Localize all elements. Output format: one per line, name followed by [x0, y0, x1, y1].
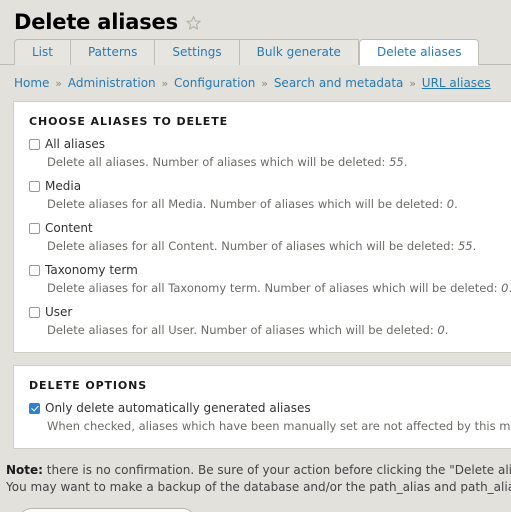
- form-item-user: User Delete aliases for all User. Number…: [29, 305, 501, 337]
- page-root: Delete aliases List Patterns Settings Bu…: [0, 0, 511, 512]
- tab-bulk-generate[interactable]: Bulk generate: [238, 39, 359, 65]
- breadcrumb-separator: »: [261, 77, 268, 90]
- delete-aliases-now-button[interactable]: Delete aliases now!: [18, 508, 197, 512]
- description-suffix: .: [444, 323, 449, 337]
- form-actions: Delete aliases now!: [18, 508, 511, 512]
- breadcrumb-separator: »: [161, 77, 169, 90]
- breadcrumb-item-url-aliases[interactable]: URL aliases: [422, 76, 491, 90]
- checkbox-only-automatically-generated[interactable]: [29, 402, 40, 414]
- checkbox-content[interactable]: [29, 222, 40, 234]
- checkbox-user[interactable]: [29, 306, 40, 318]
- description-content: Delete aliases for all Content. Number o…: [47, 239, 501, 253]
- form-item-taxonomy-term: Taxonomy term Delete aliases for all Tax…: [29, 263, 511, 295]
- checkbox-all-aliases[interactable]: [29, 138, 40, 150]
- tab-list[interactable]: List: [14, 39, 70, 65]
- breadcrumb-item-search-and-metadata[interactable]: Search and metadata: [274, 76, 404, 90]
- description-suffix: .: [454, 197, 458, 211]
- page-title: Delete aliases: [14, 10, 178, 34]
- checkbox-label-content[interactable]: Content: [45, 221, 93, 235]
- note-label: Note:: [6, 463, 43, 477]
- checkbox-row-media: Media: [29, 179, 501, 193]
- form-item-media: Media Delete aliases for all Media. Numb…: [29, 179, 501, 211]
- star-outline-icon[interactable]: [185, 15, 202, 32]
- form-item-all-aliases: All aliases Delete all aliases. Number o…: [29, 137, 501, 169]
- tab-patterns[interactable]: Patterns: [69, 39, 155, 65]
- form-item-content: Content Delete aliases for all Content. …: [29, 221, 501, 253]
- breadcrumb-item-home[interactable]: Home: [14, 76, 49, 90]
- tab-label: Settings: [172, 45, 222, 59]
- checkbox-row-all-aliases: All aliases: [29, 137, 501, 151]
- checkbox-row-only-automatic: Only delete automatically generated alia…: [29, 401, 501, 415]
- checkbox-label-taxonomy-term[interactable]: Taxonomy term: [45, 263, 138, 277]
- checkbox-media[interactable]: [29, 180, 40, 192]
- note-block: Note: there is no confirmation. Be sure …: [6, 462, 511, 496]
- description-count: 0: [437, 323, 445, 337]
- breadcrumb-separator: »: [55, 77, 62, 90]
- page-header: Delete aliases: [0, 0, 511, 36]
- description-text: Delete aliases for all User. Number of a…: [47, 323, 434, 337]
- description-all-aliases: Delete all aliases. Number of aliases wh…: [47, 155, 501, 169]
- checkbox-label-user[interactable]: User: [45, 305, 72, 319]
- choose-aliases-legend: CHOOSE ALIASES TO DELETE: [29, 115, 229, 128]
- checkbox-row-user: User: [29, 305, 501, 319]
- choose-aliases-panel: CHOOSE ALIASES TO DELETE All aliases Del…: [13, 101, 511, 353]
- tab-label: List: [32, 45, 53, 59]
- description-media: Delete aliases for all Media. Number of …: [47, 197, 501, 211]
- description-text: Delete aliases for all Content. Number o…: [47, 239, 455, 253]
- breadcrumb-item-configuration[interactable]: Configuration: [174, 76, 255, 90]
- breadcrumb-item-administration[interactable]: Administration: [68, 76, 156, 90]
- checkbox-label-media[interactable]: Media: [45, 179, 81, 193]
- description-count: 55: [389, 155, 404, 169]
- description-text: Delete all aliases. Number of aliases wh…: [47, 155, 386, 169]
- tab-label: Bulk generate: [256, 45, 341, 59]
- note-line-2: You may want to make a backup of the dat…: [6, 480, 511, 494]
- description-only-automatically-generated: When checked, aliases which have been ma…: [47, 419, 511, 433]
- description-taxonomy-term: Delete aliases for all Taxonomy term. Nu…: [47, 281, 511, 295]
- checkbox-taxonomy-term[interactable]: [29, 264, 40, 276]
- tab-label: Patterns: [87, 45, 138, 59]
- checkbox-label-only-automatically-generated[interactable]: Only delete automatically generated alia…: [45, 401, 311, 415]
- tab-delete-aliases[interactable]: Delete aliases: [358, 39, 480, 66]
- tab-label: Delete aliases: [376, 45, 462, 59]
- delete-options-legend: DELETE OPTIONS: [29, 379, 148, 392]
- description-text: Delete aliases for all Media. Number of …: [47, 197, 444, 211]
- tab-settings[interactable]: Settings: [154, 39, 239, 65]
- delete-options-panel: DELETE OPTIONS Only delete automatically…: [13, 365, 511, 449]
- checkbox-row-content: Content: [29, 221, 501, 235]
- breadcrumb-separator: »: [409, 77, 416, 90]
- description-suffix: .: [403, 155, 408, 169]
- description-count: 0: [446, 197, 455, 211]
- note-line-1: Note: there is no confirmation. Be sure …: [6, 462, 511, 479]
- description-suffix: .: [472, 239, 477, 253]
- description-text: Delete aliases for all Taxonomy term. Nu…: [47, 281, 498, 295]
- description-user: Delete aliases for all User. Number of a…: [47, 323, 501, 337]
- checkbox-row-taxonomy-term: Taxonomy term: [29, 263, 501, 277]
- checkbox-label-all-aliases[interactable]: All aliases: [45, 137, 105, 151]
- breadcrumb: Home » Administration » Configuration » …: [0, 65, 511, 101]
- description-count: 55: [457, 239, 473, 253]
- primary-tabs: List Patterns Settings Bulk generate Del…: [0, 39, 511, 66]
- note-text-1: there is no confirmation. Be sure of you…: [46, 463, 511, 477]
- form-item-only-automatic: Only delete automatically generated alia…: [29, 401, 511, 433]
